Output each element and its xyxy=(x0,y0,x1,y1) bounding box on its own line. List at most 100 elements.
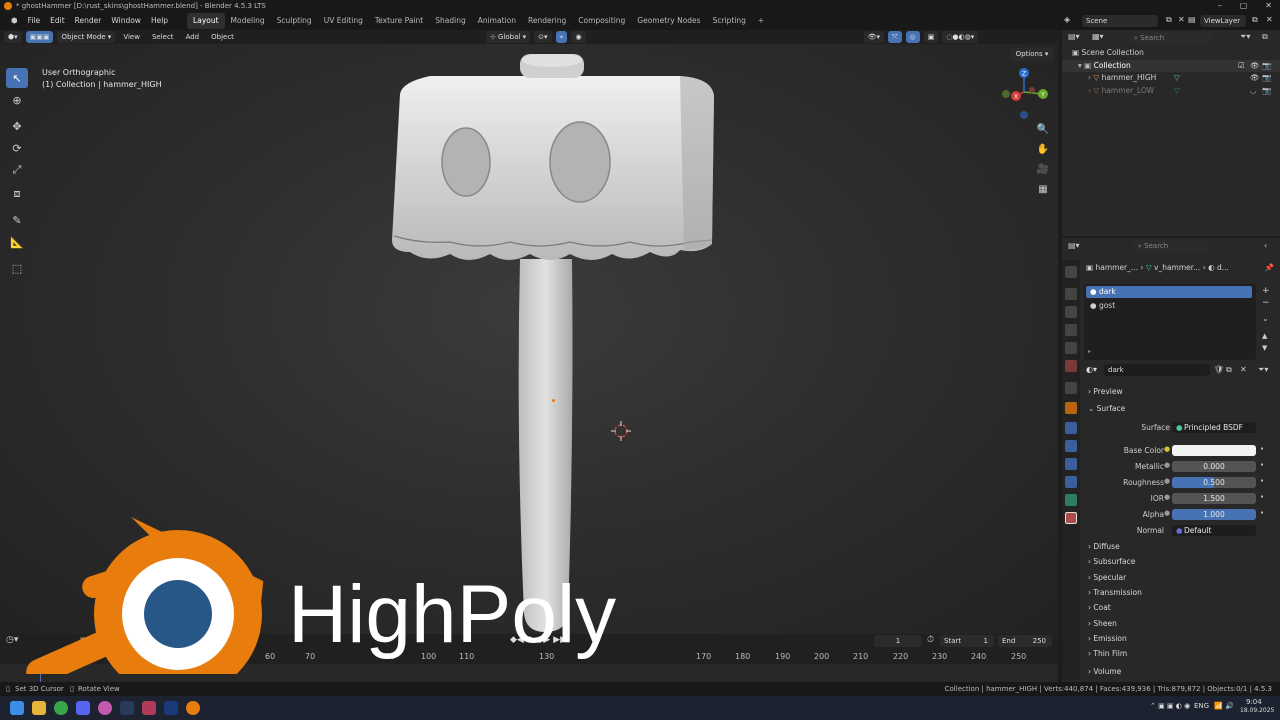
normal-field[interactable]: ● Default xyxy=(1172,525,1256,536)
steam-icon[interactable] xyxy=(120,701,134,715)
photoshop-icon[interactable] xyxy=(164,701,178,715)
animate-dot-icon[interactable]: • xyxy=(1260,509,1264,517)
view-layer-field[interactable]: ViewLayer xyxy=(1200,15,1246,27)
surface-section-header[interactable]: ⌄ Surface xyxy=(1088,404,1125,413)
pin-icon[interactable]: 📌 xyxy=(1265,263,1274,272)
navigation-gizmo[interactable]: Z Y X xyxy=(998,66,1050,122)
select-mode-icons[interactable]: ▣▣▣ xyxy=(25,31,54,43)
tray-icons[interactable]: ⌃ ▣ ▣ ◐ ◉ xyxy=(1150,702,1190,710)
menu-object[interactable]: Object xyxy=(207,33,238,41)
properties-search-input[interactable]: ⌕ Search xyxy=(1134,240,1208,252)
emission-subsection[interactable]: › Emission xyxy=(1088,634,1127,643)
specular-subsection[interactable]: › Specular xyxy=(1088,573,1126,582)
xray-icon[interactable]: ▣ xyxy=(923,31,939,43)
outliner-item-hammer-high[interactable]: › ▽ hammer_HIGH ▽ 👁 📷 xyxy=(1088,73,1280,82)
camera-view-icon[interactable]: 🎥 xyxy=(1034,160,1052,178)
roughness-slider[interactable]: 0.500 xyxy=(1172,477,1256,488)
menu-select[interactable]: Select xyxy=(148,33,178,41)
delete-view-layer-icon[interactable]: ✕ xyxy=(1266,15,1273,24)
scale-tool-icon[interactable]: ⤢ xyxy=(6,160,28,180)
timeline-editor-icon[interactable]: ◷▾ xyxy=(6,635,18,645)
menu-render[interactable]: Render xyxy=(70,12,107,30)
delete-scene-icon[interactable]: ✕ xyxy=(1178,15,1185,24)
preview-range-icon[interactable]: ⏱ xyxy=(927,635,934,645)
hammer-high-eye-icon[interactable]: 👁 xyxy=(1250,73,1260,82)
object-mode-dropdown[interactable]: Object Mode ▾ xyxy=(57,31,116,43)
pivot-icon[interactable]: ⊙▾ xyxy=(534,31,552,43)
discord-icon[interactable] xyxy=(76,701,90,715)
animate-dot-icon[interactable]: • xyxy=(1260,477,1264,485)
hammer-low-hidden-icon[interactable]: ◡ xyxy=(1250,86,1257,95)
app-icon[interactable] xyxy=(98,701,112,715)
network-volume-icons[interactable]: 📶 🔊 xyxy=(1214,702,1234,710)
list-expand-icon[interactable]: ▸ xyxy=(1088,348,1091,355)
material-filter-icon[interactable]: ⏷▾ xyxy=(1258,365,1268,375)
proportional-edit-icon[interactable]: ◉ xyxy=(571,31,586,43)
new-collection-icon[interactable]: ⧉ xyxy=(1262,32,1268,42)
windows-start-icon[interactable] xyxy=(10,701,24,715)
slot-gost[interactable]: ● gost xyxy=(1090,300,1115,312)
menu-add[interactable]: Add xyxy=(182,33,204,41)
surface-shader-field[interactable]: ● Principled BSDF xyxy=(1172,422,1256,433)
data-tab-icon[interactable] xyxy=(1065,494,1077,506)
output-tab-icon[interactable] xyxy=(1065,306,1077,318)
move-slot-up-icon[interactable]: ▲ xyxy=(1262,332,1267,340)
metallic-slider[interactable]: 0.000 xyxy=(1172,461,1256,472)
transform-tool-icon[interactable]: ⧈ xyxy=(6,184,28,204)
material-tab-icon[interactable] xyxy=(1065,512,1077,524)
expand-icon[interactable]: › xyxy=(1088,73,1091,82)
preview-section-header[interactable]: › Preview xyxy=(1088,387,1123,396)
world-tab-icon[interactable] xyxy=(1065,360,1077,372)
close-icon[interactable]: ✕ xyxy=(1265,0,1272,12)
panel-options-icon[interactable]: ‹ xyxy=(1264,241,1267,250)
outliner-search-input[interactable]: ⌕ Search xyxy=(1130,32,1212,44)
hammer-high-camera-icon[interactable]: 📷 xyxy=(1262,73,1271,82)
constraints-tab-icon[interactable] xyxy=(1065,476,1077,488)
collection-row[interactable]: ▾ ▣ Collection ☑ 👁 📷 xyxy=(1062,60,1280,72)
hammer-model[interactable] xyxy=(380,54,730,634)
cursor-tool-icon[interactable]: ⊕ xyxy=(6,90,28,110)
tool-tab-icon[interactable] xyxy=(1065,266,1077,278)
add-slot-icon[interactable]: + xyxy=(1262,286,1270,296)
transform-orientation-dropdown[interactable]: ⊹ Global ▾ xyxy=(485,31,531,43)
particles-tab-icon[interactable] xyxy=(1065,440,1077,452)
unlink-material-icon[interactable]: ✕ xyxy=(1240,365,1247,374)
start-frame-field[interactable]: Start 1 xyxy=(940,635,994,647)
base-color-swatch[interactable] xyxy=(1172,445,1256,456)
scene-tab-icon[interactable] xyxy=(1065,342,1077,354)
subsurface-subsection[interactable]: › Subsurface xyxy=(1088,557,1135,566)
animate-dot-icon[interactable]: • xyxy=(1260,493,1264,501)
tab-sculpting[interactable]: Sculpting xyxy=(271,13,318,29)
maximize-icon[interactable]: ▢ xyxy=(1240,0,1248,12)
hammer-low-camera-icon[interactable]: 📷 xyxy=(1262,86,1271,95)
duplicate-material-icon[interactable]: ⧉ xyxy=(1226,365,1232,375)
ior-field[interactable]: 1.500 xyxy=(1172,493,1256,504)
tab-layout[interactable]: Layout xyxy=(187,13,225,29)
menu-view[interactable]: View xyxy=(119,33,144,41)
blender-taskbar-icon[interactable] xyxy=(186,701,200,715)
collection-eye-icon[interactable]: 👁 xyxy=(1250,60,1260,72)
perspective-grid-icon[interactable]: ▦ xyxy=(1034,180,1052,198)
zoom-icon[interactable]: 🔍 xyxy=(1034,120,1052,138)
visibility-icon[interactable]: 👁▾ xyxy=(863,31,884,43)
thin-film-subsection[interactable]: › Thin Film xyxy=(1088,649,1127,658)
move-slot-down-icon[interactable]: ▼ xyxy=(1262,344,1267,352)
menu-help[interactable]: Help xyxy=(146,12,173,30)
new-scene-icon[interactable]: ⧉ xyxy=(1166,15,1172,25)
scene-collection-row[interactable]: ▣ Scene Collection xyxy=(1072,48,1144,57)
object-tab-icon[interactable] xyxy=(1065,402,1077,414)
chrome-icon[interactable] xyxy=(54,701,68,715)
collection-tab-icon[interactable] xyxy=(1065,382,1077,394)
menu-window[interactable]: Window xyxy=(106,12,146,30)
end-frame-field[interactable]: End 250 xyxy=(998,635,1052,647)
tab-modeling[interactable]: Modeling xyxy=(225,13,271,29)
shading-modes-icons[interactable]: ◌●◐◍▾ xyxy=(942,31,979,43)
slot-dark[interactable]: ● dark xyxy=(1086,286,1252,298)
modifiers-tab-icon[interactable] xyxy=(1065,422,1077,434)
slot-specials-icon[interactable]: ⌄ xyxy=(1262,314,1269,323)
view-layer-tab-icon[interactable] xyxy=(1065,324,1077,336)
new-view-layer-icon[interactable]: ⧉ xyxy=(1252,15,1258,25)
physics-tab-icon[interactable] xyxy=(1065,458,1077,470)
outliner-editor-icon[interactable]: ▤▾ xyxy=(1068,32,1080,41)
add-workspace-icon[interactable]: + xyxy=(752,13,770,29)
